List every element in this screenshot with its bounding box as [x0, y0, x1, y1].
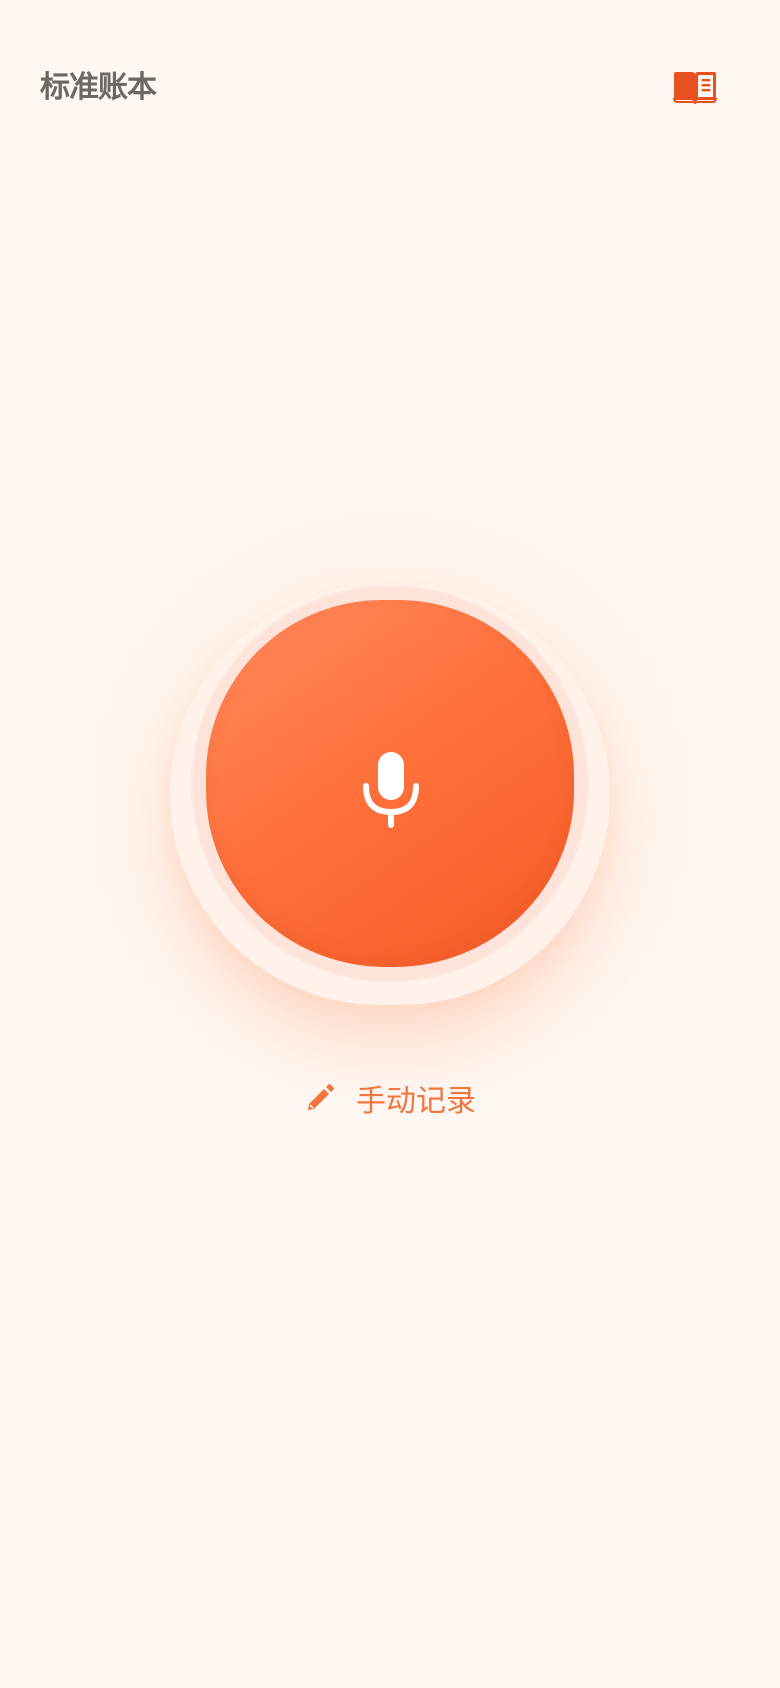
pencil-icon — [304, 1082, 336, 1114]
header: 标准账本 — [40, 52, 740, 122]
book-open-icon — [672, 70, 718, 104]
microphone-icon — [362, 750, 420, 830]
ledger-title[interactable]: 标准账本 — [40, 62, 157, 106]
voice-record-button[interactable] — [206, 600, 574, 967]
ledger-book-button[interactable] — [672, 70, 718, 104]
voice-record-area — [80, 505, 700, 1105]
manual-record-button[interactable]: 手动记录 — [304, 1078, 476, 1119]
manual-record-label: 手动记录 — [356, 1084, 476, 1119]
